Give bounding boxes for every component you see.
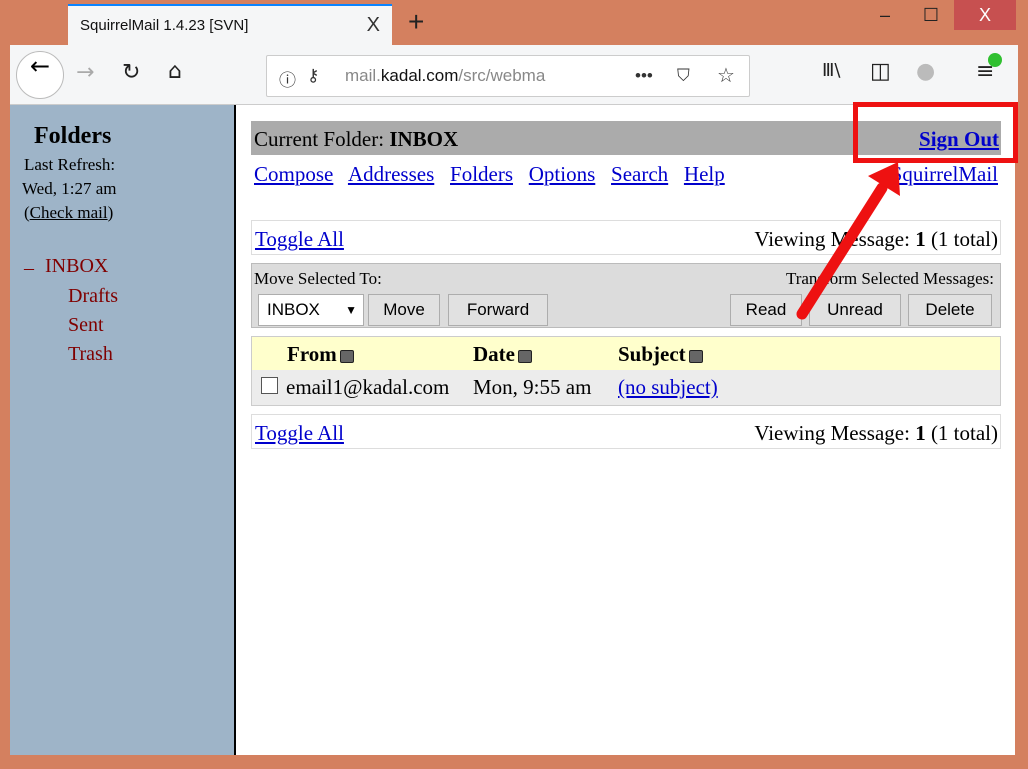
arrow-shaft: [796, 182, 888, 320]
annotation-arrow: [796, 162, 900, 320]
